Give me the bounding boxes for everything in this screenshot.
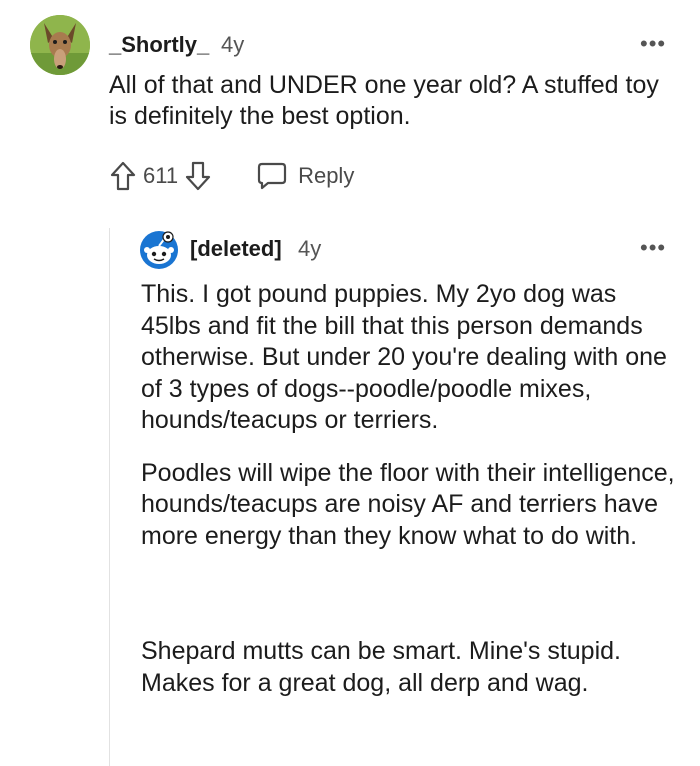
reply-body: This. I got pound puppies. My 2yo dog wa… xyxy=(141,279,681,699)
reply-avatar[interactable] xyxy=(139,230,179,270)
reply-username[interactable]: [deleted] xyxy=(190,235,282,263)
user-avatar[interactable] xyxy=(30,15,90,75)
reply-paragraph-2: Poodles will wipe the floor with their i… xyxy=(141,458,675,550)
downvote-button[interactable] xyxy=(184,160,212,192)
reply-button[interactable]: Reply xyxy=(256,161,354,191)
snoo-avatar-icon xyxy=(140,231,178,269)
comment-text: All of that and UNDER one year old? A st… xyxy=(109,71,659,130)
reply-paragraph-1: This. I got pound puppies. My 2yo dog wa… xyxy=(141,280,667,434)
reply-label: Reply xyxy=(298,163,355,188)
thread-line[interactable] xyxy=(109,228,110,766)
reply-paragraph-3: Shepard mutts can be smart. Mine's stupi… xyxy=(141,637,621,697)
speech-bubble-icon xyxy=(257,162,287,190)
reply-age: 4y xyxy=(298,236,322,261)
comment-body: All of that and UNDER one year old? A st… xyxy=(109,70,679,132)
arrow-up-outline-icon xyxy=(110,161,136,191)
comment-actions: 611 Reply xyxy=(109,158,354,194)
comment-username[interactable]: _Shortly_ xyxy=(109,31,209,59)
comment-age: 4y xyxy=(221,32,245,57)
comment-more-button[interactable]: ••• xyxy=(640,33,666,55)
vote-count: 611 xyxy=(143,163,179,188)
dog-avatar-icon xyxy=(30,15,90,75)
arrow-down-outline-icon xyxy=(185,161,211,191)
upvote-button[interactable] xyxy=(109,160,137,192)
reply-more-button[interactable]: ••• xyxy=(640,237,666,259)
